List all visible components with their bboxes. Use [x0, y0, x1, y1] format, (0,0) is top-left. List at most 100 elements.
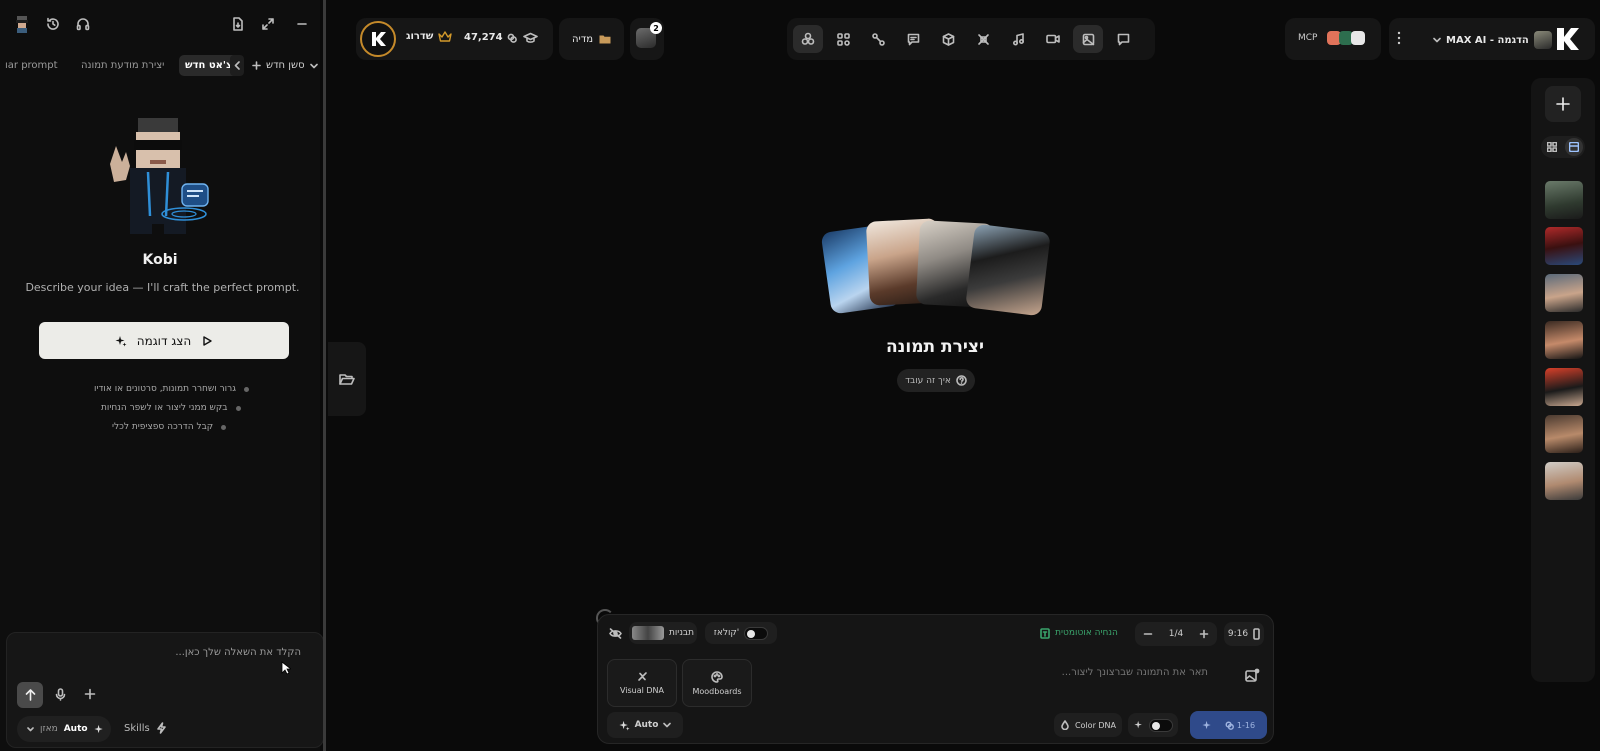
tool-video[interactable] — [1038, 25, 1068, 53]
history-thumbnail[interactable] — [1545, 415, 1583, 453]
how-it-works-button[interactable]: איך זה עובד — [897, 369, 975, 392]
minus-icon[interactable] — [1143, 629, 1153, 639]
tool-switcher — [787, 18, 1155, 60]
assistant-name: Kobi — [142, 252, 178, 268]
add-image-icon[interactable] — [1242, 665, 1262, 685]
tool-workflows[interactable] — [863, 25, 893, 53]
prompt-input[interactable] — [928, 667, 1208, 678]
tool-all[interactable] — [793, 25, 823, 53]
mcp-label: MCP — [1298, 33, 1318, 43]
mcp-integrations[interactable]: MCP — [1285, 18, 1381, 60]
tool-music[interactable] — [1003, 25, 1033, 53]
add-attachment-icon[interactable] — [84, 688, 96, 700]
more-menu-icon[interactable] — [1397, 31, 1401, 45]
count-value: 1/4 — [1168, 629, 1184, 639]
list-view-icon[interactable] — [1565, 138, 1583, 156]
portrait-frame-icon — [1253, 628, 1260, 640]
assistant-description: Describe your idea — I'll craft the perf… — [25, 281, 300, 294]
list-item: בקש ממני ליצור או לשפר הנחיות — [101, 403, 241, 413]
mouse-cursor-icon — [281, 661, 291, 675]
chevron-left-icon[interactable] — [230, 55, 244, 76]
visual-dna-button[interactable]: Visual DNA — [607, 659, 677, 707]
dna-icon — [637, 672, 647, 681]
upgrade-button[interactable]: שדרוג — [406, 31, 453, 42]
cube-icon — [942, 32, 954, 46]
auto-prompt-button[interactable]: הנחיה אוטומטית — [1036, 622, 1122, 644]
triangle-circles-icon — [801, 32, 815, 45]
history-thumbnail[interactable] — [1545, 462, 1583, 500]
mode-label: Auto — [63, 724, 88, 734]
user-avatar-icon[interactable] — [12, 14, 32, 34]
history-thumbnail[interactable] — [1545, 368, 1583, 406]
integration-notion-icon — [1351, 31, 1365, 45]
history-icon[interactable] — [43, 14, 63, 34]
sparkles-icon — [1202, 720, 1211, 729]
history-thumbnail[interactable] — [1545, 227, 1583, 265]
workflow-icon — [871, 32, 885, 46]
mode-selector[interactable]: מאזן Auto — [17, 716, 111, 742]
app-logo[interactable] — [1553, 25, 1581, 53]
comment-icon — [1117, 33, 1129, 45]
tool-3d[interactable] — [933, 25, 963, 53]
plus-icon[interactable] — [1199, 629, 1209, 639]
k-logo-icon — [1557, 28, 1579, 50]
history-thumbnail[interactable] — [1545, 274, 1583, 312]
chevron-down-icon — [1433, 37, 1441, 43]
chat-composer: מאזן Auto Skills — [6, 632, 324, 748]
enhance-toggle[interactable] — [1128, 713, 1178, 737]
tool-image[interactable] — [1073, 25, 1103, 53]
example-image — [965, 223, 1051, 317]
workspace-selector[interactable]: MAX AI - הדגמה — [1433, 31, 1552, 49]
tab-image-prompt[interactable]: יצירת מודעת תמונה — [81, 55, 164, 76]
help-circle-icon — [956, 375, 967, 386]
show-demo-button[interactable]: הצג דוגמה — [39, 322, 289, 359]
aspect-ratio-button[interactable]: 9:16 — [1224, 622, 1264, 646]
collage-toggle[interactable]: קולאז' — [705, 622, 777, 644]
history-thumbnail[interactable] — [1545, 181, 1583, 219]
minimize-icon[interactable] — [292, 14, 312, 34]
expand-icon[interactable] — [258, 14, 278, 34]
arrow-up-icon — [25, 689, 35, 701]
mode-sub-label: מאזן — [40, 724, 58, 734]
list-item: קבל הדרכה ספציפית לכלי — [112, 422, 227, 432]
tool-comments[interactable] — [1108, 25, 1138, 53]
panel-resize-handle[interactable] — [323, 0, 326, 751]
tool-scene[interactable] — [968, 25, 998, 53]
preset-thumbnails — [631, 626, 664, 640]
credits-counter[interactable]: 47,274 — [464, 32, 517, 43]
assistant-avatar — [100, 112, 220, 240]
graduation-cap-icon[interactable] — [523, 32, 538, 44]
tool-apps[interactable] — [828, 25, 858, 53]
document-check-icon — [1040, 627, 1050, 639]
media-button[interactable]: מדיה — [559, 18, 624, 60]
chevron-down-icon — [663, 722, 672, 728]
export-icon[interactable] — [228, 14, 248, 34]
tab-prompt[interactable]: ıar prompt — [5, 55, 58, 76]
presets-button[interactable]: תבניות — [629, 622, 697, 644]
send-button[interactable] — [17, 682, 43, 708]
tool-chat[interactable] — [898, 25, 928, 53]
headphones-icon[interactable] — [73, 14, 93, 34]
new-generation-button[interactable] — [1545, 86, 1581, 122]
chat-input[interactable] — [61, 647, 301, 658]
user-avatar-button[interactable]: 2 — [630, 18, 664, 60]
sparkles-icon — [115, 335, 127, 346]
folder-open-icon — [339, 373, 355, 385]
open-folder-button[interactable] — [328, 342, 366, 416]
notification-badge: 2 — [650, 22, 662, 34]
color-dna-button[interactable]: Color DNA — [1054, 713, 1122, 737]
brand-logo[interactable] — [360, 21, 396, 57]
sparkles-icon — [94, 724, 103, 733]
new-session-button[interactable]: סשן חדש — [252, 55, 318, 76]
microphone-icon[interactable] — [55, 688, 66, 701]
model-selector[interactable]: Auto — [607, 712, 683, 738]
chevron-down-icon — [309, 63, 318, 68]
generate-button[interactable]: 1-16 — [1190, 711, 1267, 739]
hide-icon[interactable] — [605, 623, 625, 643]
color-drop-icon — [1061, 720, 1069, 730]
moodboards-button[interactable]: Moodboards — [682, 659, 752, 707]
apps-icon — [836, 32, 850, 46]
history-thumbnail[interactable] — [1545, 321, 1583, 359]
grid-view-icon[interactable] — [1545, 140, 1559, 154]
skills-button[interactable]: Skills — [124, 722, 167, 734]
